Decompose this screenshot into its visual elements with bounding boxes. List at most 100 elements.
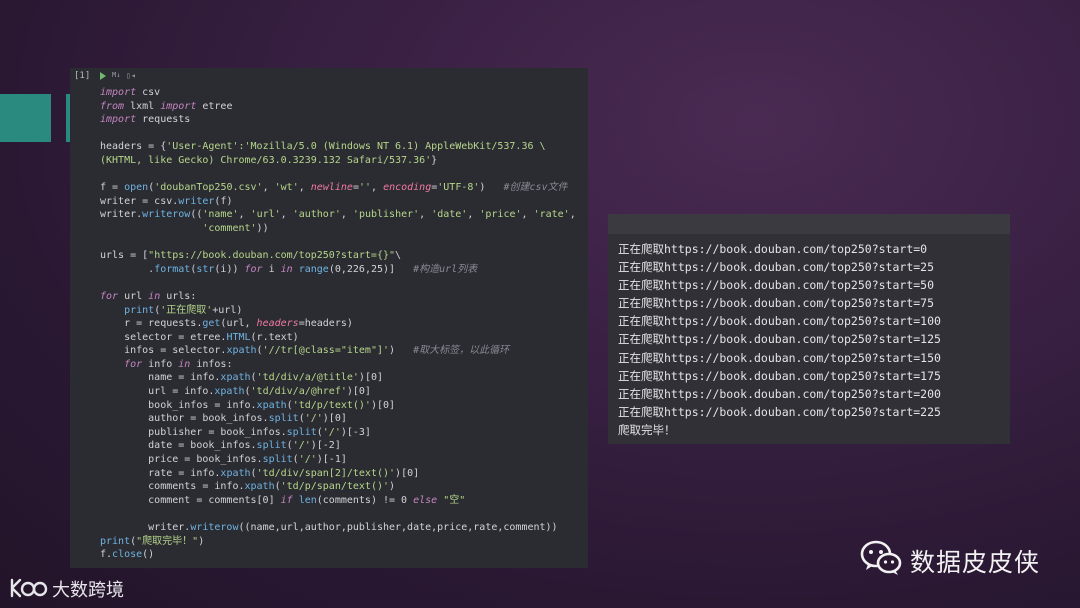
code-token: name = info. xyxy=(100,372,221,384)
code-token: ) xyxy=(389,345,414,357)
code-token: writer xyxy=(178,195,215,207)
code-line: url = info.xpath('td/div/a/@href')[0] xyxy=(100,385,588,399)
code-token: , xyxy=(340,209,353,221)
code-line: writer.writerow((name,url,author,publish… xyxy=(100,521,588,535)
code-token: , xyxy=(521,209,534,221)
code-token: #创建csv文件 xyxy=(503,182,568,194)
code-token: 'td/div/span[2]/text()' xyxy=(256,467,396,479)
code-token: , xyxy=(569,209,576,221)
code-token: print xyxy=(124,304,155,316)
brand-name: 大数跨境 xyxy=(52,580,124,601)
code-token: xpath xyxy=(244,481,275,493)
output-line: 正在爬取https://book.douban.com/top250?start… xyxy=(618,368,941,383)
code-token: '/' xyxy=(292,440,311,452)
code-token: str xyxy=(196,263,215,275)
watermark-account-name: 数据皮皮侠 xyxy=(910,548,1041,577)
code-token: )[-1] xyxy=(316,454,347,466)
code-token: +url) xyxy=(212,304,243,316)
code-token: (r.text) xyxy=(250,331,299,343)
code-token: urls: xyxy=(160,290,197,302)
code-token: )[0] xyxy=(358,372,384,384)
code-token: from xyxy=(100,100,125,112)
output-line: 正在爬取https://book.douban.com/top250?start… xyxy=(618,332,941,347)
output-line: 爬取完毕！ xyxy=(618,422,676,437)
code-editor[interactable]: import csv from lxml import etree import r… xyxy=(100,86,588,562)
output-line: 正在爬取https://book.douban.com/top250?start… xyxy=(618,260,935,275)
code-token: url xyxy=(118,290,149,302)
code-token: (url, xyxy=(220,318,257,330)
code-token: #取大标签，以此循环 xyxy=(413,345,510,357)
code-token: '/' xyxy=(304,413,323,425)
code-token: import xyxy=(100,87,137,98)
code-token: writerow xyxy=(142,209,191,221)
code-token: selector = etree. xyxy=(100,331,227,343)
output-line: 正在爬取https://book.douban.com/top250?start… xyxy=(618,296,935,311)
output-line: 正在爬取https://book.douban.com/top250?start… xyxy=(618,242,928,256)
markdown-toggle-icon[interactable]: M↓ xyxy=(112,71,120,79)
notebook-code-cell[interactable]: [1] M↓ ▯◂ import csv from lxml import etr… xyxy=(70,68,588,568)
code-token: comments = info. xyxy=(100,481,245,493)
execution-count: [1] xyxy=(74,71,91,81)
output-line: 正在爬取https://book.douban.com/top250?start… xyxy=(618,386,941,401)
run-cell-icon[interactable] xyxy=(100,72,106,80)
code-token: , xyxy=(262,182,275,194)
teal-accent-block xyxy=(0,94,51,142)
code-token: close xyxy=(112,549,143,561)
code-token: else xyxy=(413,494,438,506)
code-token: , xyxy=(371,182,384,194)
code-token: ((name,url,author,publisher,date,price,r… xyxy=(238,522,558,533)
code-line: from lxml import etree xyxy=(100,100,588,114)
code-line: author = book_infos.split('/')[0] xyxy=(100,412,588,426)
split-cell-icon[interactable]: ▯◂ xyxy=(126,71,136,80)
code-token: xpath xyxy=(214,386,245,398)
code-line: (KHTML, like Gecko) Chrome/63.0.3239.132… xyxy=(100,154,588,168)
code-token: 'author' xyxy=(292,209,341,221)
code-token: \ xyxy=(395,250,402,262)
code-token: f = xyxy=(100,182,125,194)
code-token: '//tr[@class="item"]' xyxy=(262,345,390,357)
code-token: 'date' xyxy=(431,209,468,221)
code-token: 'td/div/a/@title' xyxy=(256,372,359,384)
code-token: csv xyxy=(136,87,161,98)
code-line: r = requests.get(url, headers=headers) xyxy=(100,317,588,331)
code-line: publisher = book_infos.split('/')[-3] xyxy=(100,426,588,440)
code-token: range xyxy=(298,263,329,275)
code-token: lxml xyxy=(124,100,161,112)
code-token: xpath xyxy=(226,345,257,357)
code-token: split xyxy=(286,426,317,438)
code-token: in xyxy=(148,290,161,302)
code-token: , xyxy=(419,209,432,221)
code-token: headers = { xyxy=(100,141,167,153)
code-line: price = book_infos.split('/')[-1] xyxy=(100,453,588,467)
code-token: () xyxy=(142,549,155,561)
code-token: , xyxy=(238,209,251,221)
code-token: 'comment' xyxy=(202,222,257,234)
code-line: book_infos = info.xpath('td/p/text()')[0… xyxy=(100,399,588,413)
code-token: 'rate' xyxy=(533,209,570,221)
code-token: . xyxy=(100,263,155,275)
code-token: (comments) != 0 xyxy=(316,494,414,506)
code-line: date = book_infos.split('/')[-2] xyxy=(100,439,588,453)
code-token: 'name' xyxy=(202,209,239,221)
code-token: price = book_infos. xyxy=(100,454,263,466)
code-token: requests xyxy=(136,114,191,126)
code-token: '/' xyxy=(298,454,317,466)
code-token: print xyxy=(100,535,131,547)
output-line: 正在爬取https://book.douban.com/top250?start… xyxy=(618,404,941,419)
code-token: ) xyxy=(198,535,205,547)
code-token: 'url' xyxy=(250,209,281,221)
code-token: 'wt' xyxy=(274,182,299,194)
code-token: len xyxy=(298,494,317,506)
code-line: f.close() xyxy=(100,548,588,562)
code-token: writerow xyxy=(190,522,239,533)
code-token: writer. xyxy=(100,209,143,221)
code-token: } xyxy=(431,154,438,166)
code-token: infos: xyxy=(190,358,233,370)
brand-logo-icon xyxy=(10,578,48,598)
cell-output-panel: 正在爬取https://book.douban.com/top250?start… xyxy=(608,214,1010,444)
code-token: 'td/p/text()' xyxy=(292,399,371,411)
code-token: )[0] xyxy=(346,386,371,398)
